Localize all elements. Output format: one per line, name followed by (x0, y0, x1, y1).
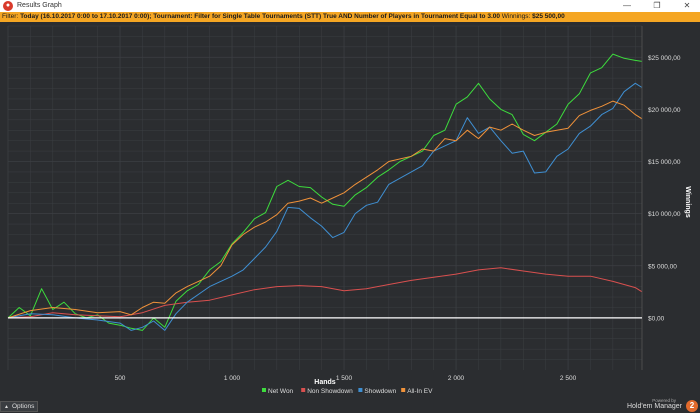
y-tick-label: $20 000,00 (648, 107, 681, 114)
x-tick-label: 2 000 (448, 375, 465, 382)
legend-swatch (301, 388, 306, 392)
filter-bar: Filter: Today (16.10.2017 0:00 to 17.10.… (0, 12, 700, 22)
y-tick-label: $10 000,00 (648, 211, 681, 218)
results-chart-svg[interactable]: 500 1 000 1 500 2 000 2 500 $0,00 $5 000,00 $10… (0, 22, 700, 398)
y-tick-label: $25 000,00 (648, 55, 681, 62)
series-line-net-won (7, 53, 643, 331)
series-line-showdown (7, 82, 643, 331)
legend-swatch (401, 388, 406, 392)
filter-text: Today (16.10.2017 0:00 to 17.10.2017 0:0… (20, 13, 500, 20)
legend-label: All-In EV (407, 388, 433, 395)
close-button[interactable]: ✕ (674, 0, 700, 12)
brand-name: Hold'em Manager (626, 403, 682, 410)
winnings-label: Winnings: (501, 13, 531, 20)
x-tick-label: 1 000 (224, 375, 241, 382)
x-axis-label: Hands (314, 379, 336, 386)
restore-button[interactable]: ❐ (644, 0, 670, 12)
x-tick-label: 1 500 (336, 375, 353, 382)
series-line-all-in-ev (7, 100, 643, 319)
chart-series (7, 53, 643, 331)
winnings-value: $25 500,00 (532, 13, 565, 20)
brand-badge-icon: 2 (686, 400, 698, 412)
chart-legend: Net Won Non Showdown Showdown All-In EV (262, 388, 433, 395)
minimize-button[interactable]: — (614, 0, 640, 12)
y-axis-label: Winnings (684, 186, 691, 218)
options-button[interactable]: ▲ Options (0, 401, 38, 412)
x-tick-label: 500 (115, 375, 126, 382)
legend-label: Non Showdown (307, 388, 353, 395)
legend-swatch (262, 388, 266, 392)
y-tick-label: $5 000,00 (648, 263, 677, 270)
chart-axes: 500 1 000 1 500 2 000 2 500 $0,00 $5 000,00 $10… (8, 26, 681, 382)
legend-label: Net Won (268, 388, 294, 395)
app-logo-icon: ● (3, 1, 13, 11)
y-tick-label: $0,00 (648, 315, 665, 322)
expand-arrow-icon: ▲ (4, 404, 9, 410)
bottom-bar: ▲ Options Powered by Hold'em Manager 2 (0, 398, 700, 413)
options-label: Options (11, 403, 35, 410)
title-bar: ● Results Graph — ❐ ✕ (0, 0, 700, 12)
results-graph[interactable]: 500 1 000 1 500 2 000 2 500 $0,00 $5 000,00 $10… (0, 22, 700, 398)
window-title: Results Graph (17, 2, 62, 9)
series-line-non-showdown (7, 267, 643, 319)
filter-label: Filter: (2, 13, 19, 20)
y-tick-label: $15 000,00 (648, 159, 681, 166)
x-tick-label: 2 500 (560, 375, 577, 382)
legend-swatch (358, 388, 363, 392)
filter-description: Filter: Today (16.10.2017 0:00 to 17.10.… (2, 13, 565, 21)
legend-label: Showdown (364, 388, 396, 395)
